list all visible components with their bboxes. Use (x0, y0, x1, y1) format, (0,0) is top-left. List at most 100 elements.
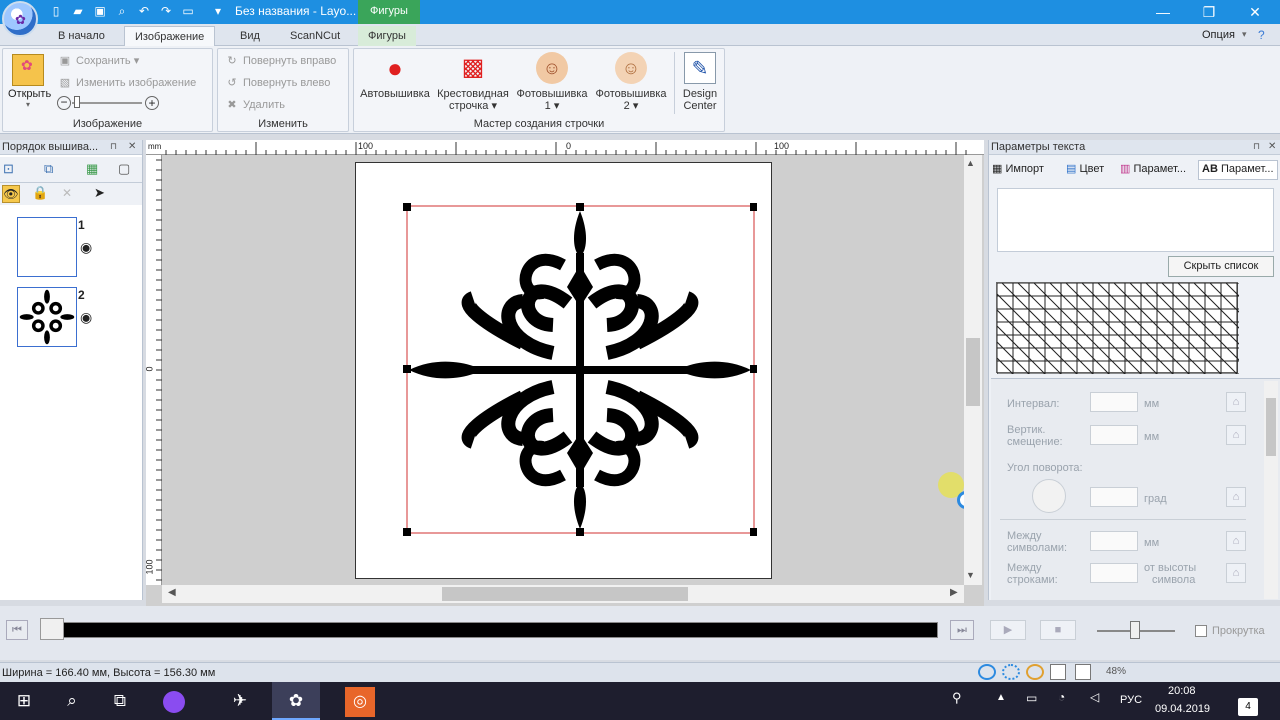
arrange-icon[interactable]: ⧉ (44, 161, 53, 177)
delete-button[interactable]: ✖ Удалить (225, 96, 285, 114)
image-zoom-slider[interactable] (72, 102, 142, 104)
windows-start-icon[interactable]: ⊞ (0, 682, 48, 720)
go-end-icon[interactable]: ⏭ (950, 620, 974, 640)
hide-list-button[interactable]: Скрыть список (1168, 256, 1274, 277)
clock-time[interactable]: 20:08 (1168, 685, 1196, 697)
pin-icon[interactable]: ⊓ (110, 141, 117, 152)
go-start-icon[interactable]: ⏮ (6, 620, 28, 640)
lock-icon[interactable]: ⌂ (1226, 392, 1246, 412)
text-input-area[interactable] (997, 188, 1274, 252)
new-file-icon[interactable]: ▯ (48, 3, 64, 19)
app-menu-button[interactable]: ✿ (2, 1, 38, 37)
line-spacing-spinner[interactable] (1090, 563, 1138, 583)
rotation-dial[interactable] (1032, 479, 1066, 513)
volume-icon[interactable]: ◁ (1090, 690, 1099, 704)
play-icon[interactable]: ▶ (990, 620, 1026, 640)
view-3d-icon[interactable] (1026, 664, 1044, 680)
customize-toolbar-icon[interactable]: ▾ (210, 3, 226, 19)
tab-shapes[interactable]: Фигуры (358, 26, 416, 46)
lock-icon[interactable]: ⌂ (1226, 425, 1246, 445)
pe-design-app-icon[interactable]: ✿ (272, 682, 320, 720)
options-chevron-icon[interactable]: ▾ (1242, 29, 1247, 40)
minimize-button[interactable]: — (1140, 0, 1186, 24)
stop-icon[interactable]: ■ (1040, 620, 1076, 640)
rotation-spinner[interactable] (1090, 487, 1138, 507)
save-icon[interactable]: ▣ (92, 3, 108, 19)
zoom-out-icon[interactable]: − (57, 96, 71, 110)
scroll-left-icon[interactable]: ◀ (168, 587, 176, 598)
scroll-right-icon[interactable]: ▶ (950, 587, 958, 598)
tray-expand-icon[interactable]: ▲ (996, 692, 1006, 703)
zoom-icon[interactable]: ⌕ (114, 3, 130, 19)
view-stitch-icon[interactable] (978, 664, 996, 680)
speed-slider-thumb[interactable] (1130, 621, 1140, 639)
tab-scanncut[interactable]: ScanNCut (280, 26, 350, 46)
rotate-left-button[interactable]: ↺ Повернуть влево (225, 74, 330, 92)
panel-close-icon[interactable]: ✕ (1268, 141, 1276, 152)
options-menu[interactable]: Опция (1202, 29, 1235, 41)
hide-icon[interactable]: ✕ (62, 186, 72, 200)
open-button[interactable]: ✿ Открыть ▾ (8, 54, 51, 109)
view-page-icon[interactable] (1050, 664, 1066, 680)
notification-badge[interactable]: 4 (1238, 698, 1258, 716)
battery-icon[interactable]: ▭ (1026, 691, 1037, 705)
redo-icon[interactable]: ↷ (158, 3, 174, 19)
layer-thumbnail-1[interactable] (17, 217, 77, 277)
person-icon[interactable]: ⚲ (952, 690, 962, 706)
task-view-icon[interactable]: ⧉ (96, 682, 144, 720)
zoom-in-icon[interactable]: + (145, 96, 159, 110)
layer-visible-eye-icon[interactable]: ◉ (80, 309, 92, 326)
interval-spinner[interactable] (1090, 392, 1138, 412)
save-image-button[interactable]: ▣ Сохранить ▾ (58, 52, 139, 70)
open-folder-icon[interactable]: ▰ (70, 3, 86, 19)
lock-icon[interactable]: 🔒 (32, 185, 48, 201)
char-spacing-spinner[interactable] (1090, 531, 1138, 551)
pattern-grid[interactable] (905, 282, 1280, 375)
tab-import[interactable]: ▦ Импорт (992, 162, 1044, 175)
pin-icon[interactable]: ⊓ (1253, 141, 1260, 152)
lock-icon[interactable]: ⌂ (1226, 487, 1246, 507)
select-layer-icon[interactable]: ⊡ (3, 161, 14, 177)
vert-offset-spinner[interactable] (1090, 425, 1138, 445)
image-zoom-thumb[interactable] (74, 96, 80, 108)
search-icon[interactable]: ⌕ (48, 682, 96, 720)
photo-stitch-1-button[interactable]: ☺ Фотовышивка 1 ▾ (514, 52, 590, 112)
show-icon[interactable]: 👁 (2, 185, 20, 203)
tab-view[interactable]: Вид (230, 26, 270, 46)
colors-icon[interactable]: ▦ (86, 161, 98, 177)
lock-icon[interactable]: ⌂ (1226, 563, 1246, 583)
design-center-button[interactable]: ✎ Design Center (677, 52, 723, 112)
clock-date[interactable]: 09.04.2019 (1155, 703, 1210, 715)
view-realistic-icon[interactable] (1002, 664, 1020, 680)
cross-stitch-button[interactable]: ▩ Крестовидная строчка ▾ (435, 52, 511, 112)
scroll-down-icon[interactable]: ▼ (966, 570, 975, 580)
view-design-icon[interactable] (1075, 664, 1091, 680)
tab-stitch-params[interactable]: ▥ Парамет... (1120, 162, 1186, 175)
modify-image-button[interactable]: ▧ Изменить изображение (58, 74, 196, 92)
layer-thumbnail-2[interactable] (17, 287, 77, 347)
view-icon[interactable]: ▭ (180, 3, 196, 19)
horizontal-scroll-thumb[interactable] (442, 587, 688, 601)
progress-thumb[interactable] (40, 618, 64, 640)
tab-text-params[interactable]: AB Парамет... (1198, 160, 1278, 180)
scroll-checkbox[interactable] (1195, 625, 1207, 637)
undo-icon[interactable]: ↶ (136, 3, 152, 19)
vertical-scroll-thumb[interactable] (966, 338, 980, 406)
rotate-right-button[interactable]: ↻ Повернуть вправо (225, 52, 336, 70)
photo-stitch-2-button[interactable]: ☺ Фотовышивка 2 ▾ (593, 52, 669, 112)
tab-image[interactable]: Изображение (124, 26, 216, 46)
stitch-progress-bar[interactable] (40, 622, 938, 638)
pointer-icon[interactable]: ➤ (94, 185, 105, 201)
assistant-icon[interactable] (150, 682, 198, 720)
frame-icon[interactable]: ▢ (118, 161, 130, 177)
lock-icon[interactable]: ⌂ (1226, 531, 1246, 551)
recorder-app-icon[interactable]: ◎ (336, 682, 384, 720)
help-icon[interactable]: ? (1258, 28, 1265, 42)
close-button[interactable]: ✕ (1232, 0, 1278, 24)
network-icon[interactable]: ◔ (1058, 690, 1065, 704)
ornament-design[interactable] (403, 203, 757, 537)
panel-close-icon[interactable]: ✕ (128, 141, 136, 152)
bird-app-icon[interactable]: ✈ (216, 682, 264, 720)
maximize-button[interactable]: ❐ (1186, 0, 1232, 24)
form-scroll-thumb[interactable] (1266, 398, 1276, 456)
